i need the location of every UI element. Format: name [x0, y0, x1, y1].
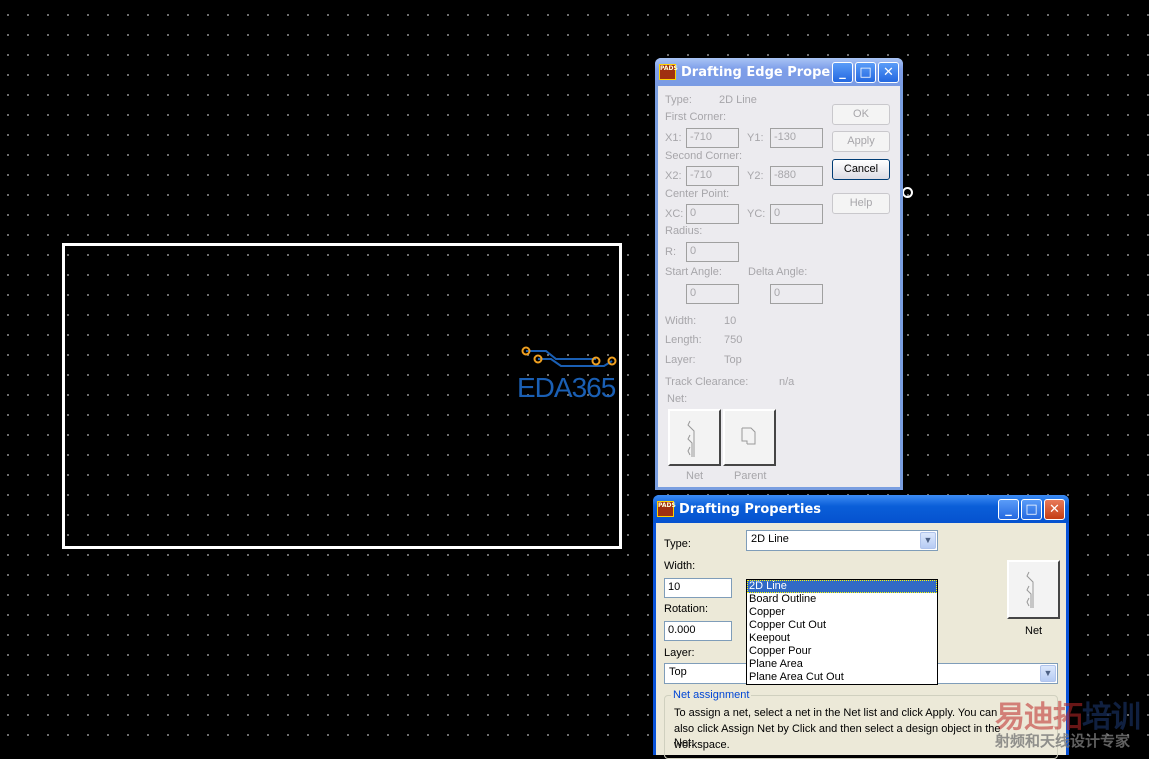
eda365-logo-icon [521, 346, 617, 367]
drafting-edge-properties-dialog: PADS Drafting Edge Proper... _ □ ✕ Type:… [655, 58, 903, 490]
minimize-button[interactable]: _ [832, 61, 853, 83]
length-label: Length: [665, 334, 702, 346]
x1-label: X1: [665, 132, 682, 144]
layer-label: Layer: [665, 354, 696, 366]
type-label: Type: [665, 94, 692, 106]
track-clearance-value: n/a [779, 376, 795, 388]
y2-label: Y2: [747, 170, 764, 182]
maximize-button[interactable]: □ [1021, 498, 1042, 520]
y1-field[interactable]: -130 [770, 128, 823, 148]
type-select[interactable]: 2D Line ▼ [746, 530, 938, 551]
x1-field[interactable]: -710 [686, 128, 739, 148]
width-input[interactable]: 10 [664, 578, 732, 598]
cancel-button[interactable]: Cancel [832, 159, 890, 180]
net-traces-icon [687, 420, 695, 457]
radius-label: Radius: [665, 225, 703, 237]
watermark-subtitle: 射频和天线设计专家 [995, 732, 1131, 750]
length-value: 750 [724, 334, 743, 346]
pads-app-icon: PADS [659, 64, 678, 80]
type-option[interactable]: Copper Pour [747, 645, 937, 658]
net-label: Net: [674, 737, 695, 749]
chevron-down-icon[interactable]: ▼ [920, 532, 936, 549]
layer-value: Top [724, 354, 742, 366]
dialog-title: Drafting Properties [679, 501, 822, 517]
rotation-input[interactable]: 0.000 [664, 621, 732, 641]
chevron-down-icon[interactable]: ▼ [1040, 665, 1056, 682]
xc-label: XC: [665, 208, 684, 220]
rotation-label: Rotation: [664, 603, 709, 615]
eda365-logo-text: EDA365 [517, 372, 616, 403]
close-button[interactable]: ✕ [1044, 498, 1065, 520]
delta-angle-label: Delta Angle: [748, 266, 808, 278]
parent-button-label: Parent [734, 470, 767, 482]
dialog-title: Drafting Edge Proper... [681, 64, 830, 80]
type-option[interactable]: Copper Cut Out [747, 619, 937, 632]
net-traces-icon [1026, 571, 1034, 608]
yc-field[interactable]: 0 [770, 204, 823, 224]
minimize-button[interactable]: _ [998, 498, 1019, 520]
type-option[interactable]: Keepout [747, 632, 937, 645]
y1-label: Y1: [747, 132, 764, 144]
net-label: Net: [667, 393, 688, 405]
yc-label: YC: [747, 208, 766, 220]
close-button[interactable]: ✕ [878, 61, 899, 83]
parent-button[interactable] [723, 409, 776, 466]
width-value: 10 [724, 315, 737, 327]
r-label: R: [665, 246, 676, 258]
type-option[interactable]: Plane Area Cut Out [747, 671, 937, 684]
type-selected-value: 2D Line [751, 533, 789, 545]
type-option[interactable]: Plane Area [747, 658, 937, 671]
net-assignment-help: To assign a net, select a net in the Net… [674, 707, 1001, 751]
x2-label: X2: [665, 170, 682, 182]
width-label: Width: [664, 560, 696, 572]
title-bar[interactable]: PADS Drafting Edge Proper... _ □ ✕ [655, 58, 903, 86]
start-angle-label: Start Angle: [665, 266, 722, 278]
title-bar[interactable]: PADS Drafting Properties _ □ ✕ [653, 495, 1069, 523]
type-option[interactable]: Board Outline [747, 593, 937, 606]
type-value: 2D Line [719, 94, 757, 106]
net-assignment-legend: Net assignment [673, 689, 750, 701]
net-button-label: Net [1025, 625, 1043, 637]
type-option[interactable]: 2D Line [747, 580, 937, 593]
ok-button[interactable]: OK [832, 104, 890, 125]
net-button-label: Net [686, 470, 704, 482]
start-angle-field[interactable]: 0 [686, 284, 739, 304]
help-button[interactable]: Help [832, 193, 890, 214]
net-button[interactable] [668, 409, 721, 466]
center-point-label: Center Point: [665, 188, 730, 200]
xc-field[interactable]: 0 [686, 204, 739, 224]
crosshair-cursor-icon [902, 187, 913, 198]
apply-button[interactable]: Apply [832, 131, 890, 152]
maximize-button[interactable]: □ [855, 61, 876, 83]
net-button[interactable] [1007, 560, 1060, 619]
parent-shape-icon [741, 427, 756, 445]
x2-field[interactable]: -710 [686, 166, 739, 186]
track-clearance-label: Track Clearance: [665, 376, 749, 388]
type-dropdown-list[interactable]: 2D Line Board Outline Copper Copper Cut … [746, 579, 938, 685]
second-corner-label: Second Corner: [665, 150, 743, 162]
layer-selected-value: Top [669, 666, 687, 678]
type-option[interactable]: Copper [747, 606, 937, 619]
first-corner-label: First Corner: [665, 111, 727, 123]
y2-field[interactable]: -880 [770, 166, 823, 186]
pads-app-icon: PADS [657, 501, 676, 517]
type-label: Type: [664, 538, 691, 550]
width-label: Width: [665, 315, 697, 327]
layer-label: Layer: [664, 647, 695, 659]
r-field[interactable]: 0 [686, 242, 739, 262]
delta-angle-field[interactable]: 0 [770, 284, 823, 304]
